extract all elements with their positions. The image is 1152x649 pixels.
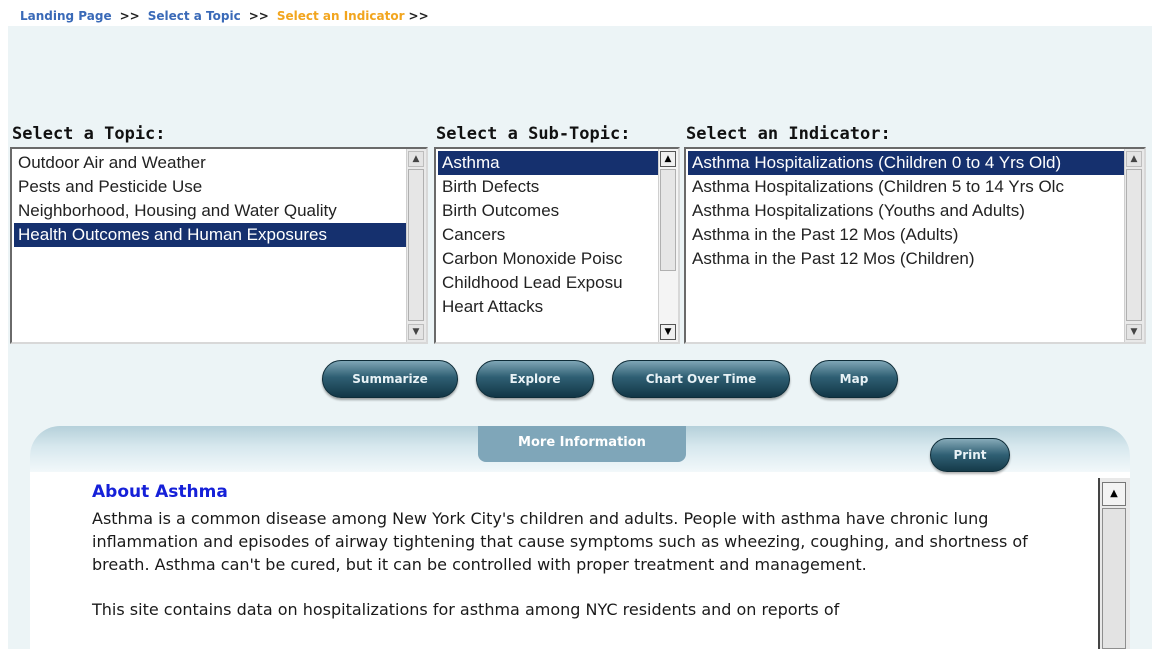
about-body: Asthma is a common disease among New Yor… <box>92 507 1082 643</box>
about-paragraph: Asthma is a common disease among New Yor… <box>92 509 1028 574</box>
scroll-up-arrow-icon[interactable]: ▲ <box>408 151 424 167</box>
subtopic-item-selected[interactable]: Asthma <box>438 151 658 175</box>
chart-over-time-button[interactable]: Chart Over Time <box>612 360 790 398</box>
subtopic-item[interactable]: Heart Attacks <box>438 295 658 319</box>
indicator-item[interactable]: Asthma Hospitalizations (Youths and Adul… <box>688 199 1124 223</box>
scroll-down-arrow-icon[interactable]: ▼ <box>1126 324 1142 340</box>
topic-item-selected[interactable]: Health Outcomes and Human Exposures <box>14 223 406 247</box>
scroll-thumb[interactable] <box>1102 508 1126 649</box>
scroll-down-arrow-icon[interactable]: ▼ <box>408 324 424 340</box>
print-button[interactable]: Print <box>930 438 1010 472</box>
subtopic-listbox[interactable]: Asthma Birth Defects Birth Outcomes Canc… <box>434 147 680 344</box>
about-title: About Asthma <box>92 482 228 502</box>
topic-list-items: Outdoor Air and Weather Pests and Pestic… <box>14 151 406 247</box>
scroll-thumb[interactable] <box>660 169 676 271</box>
subtopic-item[interactable]: Childhood Lead Exposu <box>438 271 658 295</box>
info-scrollbar[interactable]: ▲ <box>1098 478 1130 649</box>
subtopic-label: Select a Sub-Topic: <box>436 124 631 144</box>
scroll-down-arrow-icon[interactable]: ▼ <box>660 324 676 340</box>
scroll-up-arrow-icon[interactable]: ▲ <box>660 151 676 167</box>
more-information-tab[interactable]: More Information <box>478 426 686 462</box>
about-paragraph: This site contains data on hospitalizati… <box>92 600 840 619</box>
indicator-label: Select an Indicator: <box>686 124 891 144</box>
subtopic-item[interactable]: Birth Outcomes <box>438 199 658 223</box>
topic-item[interactable]: Outdoor Air and Weather <box>14 151 406 175</box>
topic-item[interactable]: Pests and Pesticide Use <box>14 175 406 199</box>
indicator-list-items: Asthma Hospitalizations (Children 0 to 4… <box>688 151 1124 271</box>
map-button[interactable]: Map <box>810 360 898 398</box>
scroll-up-arrow-icon[interactable]: ▲ <box>1126 151 1142 167</box>
topic-scrollbar[interactable]: ▲ ▼ <box>406 149 426 342</box>
subtopic-scrollbar[interactable]: ▲ ▼ <box>658 149 678 342</box>
explore-button[interactable]: Explore <box>476 360 594 398</box>
subtopic-item[interactable]: Cancers <box>438 223 658 247</box>
topic-item[interactable]: Neighborhood, Housing and Water Quality <box>14 199 406 223</box>
indicator-scrollbar[interactable]: ▲ ▼ <box>1124 149 1144 342</box>
indicator-listbox[interactable]: Asthma Hospitalizations (Children 0 to 4… <box>684 147 1146 344</box>
indicator-item[interactable]: Asthma in the Past 12 Mos (Children) <box>688 247 1124 271</box>
breadcrumb-select-topic[interactable]: Select a Topic <box>148 9 241 23</box>
breadcrumb-separator: >> <box>248 9 269 23</box>
subtopic-list-items: Asthma Birth Defects Birth Outcomes Canc… <box>438 151 658 319</box>
scroll-up-arrow-icon[interactable]: ▲ <box>1102 482 1126 506</box>
summarize-button[interactable]: Summarize <box>322 360 458 398</box>
breadcrumb: Landing Page >> Select a Topic >> Select an … <box>20 9 437 27</box>
breadcrumb-separator: >> <box>408 9 429 23</box>
scroll-thumb[interactable] <box>408 169 424 321</box>
breadcrumb-separator: >> <box>119 9 140 23</box>
subtopic-item[interactable]: Carbon Monoxide Poisc <box>438 247 658 271</box>
indicator-item[interactable]: Asthma Hospitalizations (Children 5 to 1… <box>688 175 1124 199</box>
topic-listbox[interactable]: Outdoor Air and Weather Pests and Pestic… <box>10 147 428 344</box>
scroll-thumb[interactable] <box>1126 169 1142 321</box>
indicator-item-selected[interactable]: Asthma Hospitalizations (Children 0 to 4… <box>688 151 1124 175</box>
subtopic-item[interactable]: Birth Defects <box>438 175 658 199</box>
topic-label: Select a Topic: <box>12 124 166 144</box>
breadcrumb-landing-page[interactable]: Landing Page <box>20 9 112 23</box>
breadcrumb-current: Select an Indicator <box>276 9 405 23</box>
indicator-item[interactable]: Asthma in the Past 12 Mos (Adults) <box>688 223 1124 247</box>
